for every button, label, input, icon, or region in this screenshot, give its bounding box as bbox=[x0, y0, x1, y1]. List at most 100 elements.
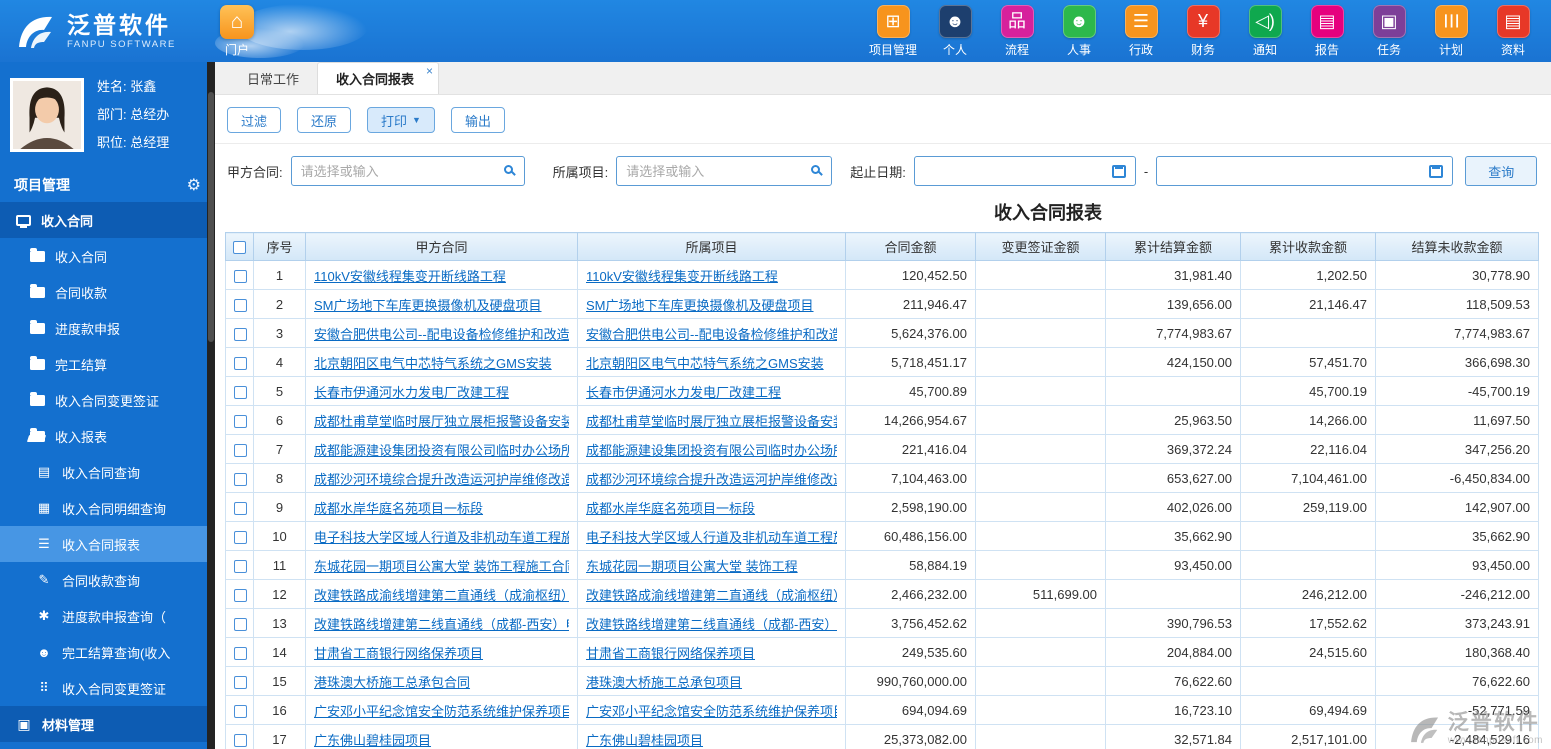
project-link[interactable]: 成都杜甫草堂临时展厅独立展柜报警设备安装 bbox=[586, 411, 837, 430]
project-link[interactable]: 成都沙河环境综合提升改造运河护岸维修改造 bbox=[586, 469, 837, 488]
contract-link[interactable]: 改建铁路成渝线增建第二直通线（成渝枢纽）自 bbox=[314, 585, 569, 604]
contract-link[interactable]: 港珠澳大桥施工总承包合同 bbox=[314, 672, 569, 691]
row-checkbox[interactable] bbox=[234, 733, 247, 747]
contract-link[interactable]: 长春市伊通河水力发电厂改建工程 bbox=[314, 382, 569, 401]
contract-link[interactable]: 改建铁路线增建第二线直通线（成都-西安）电 bbox=[314, 614, 569, 633]
contract-link[interactable]: 成都能源建设集团投资有限公司临时办公场所 bbox=[314, 440, 569, 459]
project-link[interactable]: 安徽合肥供电公司--配电设备检修维护和改造 bbox=[586, 324, 837, 343]
party-contract-input[interactable] bbox=[291, 157, 524, 185]
search-icon[interactable] bbox=[503, 165, 513, 174]
module-finance[interactable]: ¥ 财务 bbox=[1179, 4, 1227, 58]
project-link[interactable]: 北京朝阳区电气中芯特气系统之GMS安装 bbox=[586, 353, 837, 372]
module-task[interactable]: ▣ 任务 bbox=[1365, 4, 1413, 58]
contract-link[interactable]: SM广场地下车库更换摄像机及硬盘项目 bbox=[314, 295, 569, 314]
row-checkbox[interactable] bbox=[234, 327, 247, 341]
sidebar-folder-1[interactable]: 合同收款 bbox=[0, 274, 215, 310]
row-checkbox[interactable] bbox=[234, 472, 247, 486]
portal-button[interactable]: ⌂ 门户 bbox=[220, 4, 254, 58]
row-checkbox[interactable] bbox=[234, 559, 247, 573]
row-checkbox[interactable] bbox=[234, 298, 247, 312]
project-link[interactable]: 长春市伊通河水力发电厂改建工程 bbox=[586, 382, 837, 401]
calendar-icon[interactable] bbox=[1429, 165, 1444, 178]
contract-link[interactable]: 广东佛山碧桂园项目 bbox=[314, 730, 569, 749]
tab-close-icon[interactable]: × bbox=[426, 64, 433, 78]
row-checkbox[interactable] bbox=[234, 675, 247, 689]
contract-link[interactable]: 安徽合肥供电公司--配电设备检修维护和改造 bbox=[314, 324, 569, 343]
sidebar-subitem-6[interactable]: ⠿ 收入合同变更签证 bbox=[0, 670, 215, 706]
module-workflow[interactable]: 品流程 bbox=[993, 4, 1041, 58]
row-checkbox[interactable] bbox=[234, 501, 247, 515]
module-documents[interactable]: ▤ 资料 bbox=[1489, 4, 1537, 58]
row-checkbox[interactable] bbox=[234, 588, 247, 602]
sidebar-subitem-1[interactable]: ▦ 收入合同明细查询 bbox=[0, 490, 215, 526]
contract-link[interactable]: 成都沙河环境综合提升改造运河护岸维修改造 bbox=[314, 469, 569, 488]
project-link[interactable]: 广安邓小平纪念馆安全防范系统维护保养项目 bbox=[586, 701, 837, 720]
sidebar-subitem-4[interactable]: ✱ 进度款申报查询（ bbox=[0, 598, 215, 634]
project-link[interactable]: 港珠澳大桥施工总承包项目 bbox=[586, 672, 837, 691]
sidebar-section-project-management[interactable]: 项目管理 ⚙ bbox=[0, 168, 215, 202]
module-administration[interactable]: ☰ 行政 bbox=[1117, 4, 1165, 58]
search-button[interactable]: 查询 bbox=[1465, 156, 1538, 186]
contract-link[interactable]: 成都杜甫草堂临时展厅独立展柜报警设备安装项目 bbox=[314, 411, 569, 430]
export-button[interactable]: 输出 bbox=[450, 107, 505, 133]
module-report[interactable]: ▤ 报告 bbox=[1303, 4, 1351, 58]
calendar-icon[interactable] bbox=[1111, 165, 1126, 178]
search-icon[interactable] bbox=[811, 165, 821, 174]
row-checkbox[interactable] bbox=[234, 646, 247, 660]
module-plan[interactable]: ☰ 计划 bbox=[1427, 4, 1475, 58]
row-checkbox[interactable] bbox=[234, 617, 247, 631]
amount-cell: 7,104,463.00 bbox=[845, 463, 976, 493]
row-checkbox[interactable] bbox=[234, 269, 247, 283]
print-button[interactable]: 打印 ▼ bbox=[367, 107, 435, 133]
project-link[interactable]: 电子科技大学区域人行道及非机动车道工程施 bbox=[586, 527, 837, 546]
module-hr[interactable]: ☻ 人事 bbox=[1055, 4, 1103, 58]
contract-link[interactable]: 110kV安徽线程集变开断线路工程 bbox=[314, 266, 569, 285]
row-checkbox[interactable] bbox=[234, 530, 247, 544]
contract-link[interactable]: 广安邓小平纪念馆安全防范系统维护保养项目 bbox=[314, 701, 569, 720]
sidebar-subitem-5[interactable]: ☻ 完工结算查询(收入 bbox=[0, 634, 215, 670]
project-link[interactable]: SM广场地下车库更换摄像机及硬盘项目 bbox=[586, 295, 837, 314]
project-link[interactable]: 广东佛山碧桂园项目 bbox=[586, 730, 837, 749]
project-link[interactable]: 东城花园一期项目公寓大堂 装饰工程 bbox=[586, 556, 837, 575]
tab-income-contract-report[interactable]: 收入合同报表 × bbox=[317, 62, 440, 94]
contract-link[interactable]: 电子科技大学区域人行道及非机动车道工程施工 bbox=[314, 527, 569, 546]
sidebar-folder-4[interactable]: 收入合同变更签证 bbox=[0, 382, 215, 418]
project-link[interactable]: 改建铁路线增建第二线直通线（成都-西安）电 bbox=[586, 614, 837, 633]
row-checkbox[interactable] bbox=[234, 414, 247, 428]
scrollbar-thumb[interactable] bbox=[208, 92, 214, 342]
project-link[interactable]: 成都能源建设集团投资有限公司临时办公场所 bbox=[586, 440, 837, 459]
restore-button[interactable]: 还原 bbox=[297, 107, 352, 133]
project-input[interactable] bbox=[617, 157, 832, 185]
date-start-input[interactable] bbox=[914, 157, 1135, 185]
sidebar-folder-0[interactable]: 收入合同 bbox=[0, 238, 215, 274]
sidebar-folder-3[interactable]: 完工结算 bbox=[0, 346, 215, 382]
module-notification[interactable]: ◁) 通知 bbox=[1241, 4, 1289, 58]
row-checkbox[interactable] bbox=[234, 385, 247, 399]
contract-link[interactable]: 成都水岸华庭名苑项目一标段 bbox=[314, 498, 569, 517]
contract-link[interactable]: 北京朝阳区电气中芯特气系统之GMS安装 bbox=[314, 353, 569, 372]
sidebar-scrollbar[interactable] bbox=[207, 62, 215, 749]
module-personal[interactable]: ☻ 个人 bbox=[931, 4, 979, 58]
contract-link[interactable]: 东城花园一期项目公寓大堂 装饰工程施工合同 bbox=[314, 556, 569, 575]
project-link[interactable]: 甘肃省工商银行网络保养项目 bbox=[586, 643, 837, 662]
row-checkbox[interactable] bbox=[234, 356, 247, 370]
sidebar-subitem-2[interactable]: ☰ 收入合同报表 bbox=[0, 526, 215, 562]
module-project-management[interactable]: ⊞ 项目管理 bbox=[869, 4, 917, 58]
sidebar-item-income-contract-root[interactable]: 收入合同 bbox=[0, 202, 215, 238]
gear-icon[interactable]: ⚙ bbox=[187, 175, 201, 195]
project-link[interactable]: 110kV安徽线程集变开断线路工程 bbox=[586, 266, 837, 285]
contract-link[interactable]: 甘肃省工商银行网络保养项目 bbox=[314, 643, 569, 662]
sidebar-folder-5[interactable]: 收入报表 bbox=[0, 418, 215, 454]
sidebar-folder-2[interactable]: 进度款申报 bbox=[0, 310, 215, 346]
row-checkbox[interactable] bbox=[234, 704, 247, 718]
row-checkbox[interactable] bbox=[234, 443, 247, 457]
sidebar-subitem-0[interactable]: ▤ 收入合同查询 bbox=[0, 454, 215, 490]
select-all-checkbox[interactable] bbox=[233, 241, 246, 255]
project-link[interactable]: 成都水岸华庭名苑项目一标段 bbox=[586, 498, 837, 517]
project-link[interactable]: 改建铁路成渝线增建第二直通线（成渝枢纽） bbox=[586, 585, 837, 604]
sidebar-section-material-management[interactable]: ▣ 材料管理 bbox=[0, 706, 215, 742]
date-end-input[interactable] bbox=[1157, 157, 1453, 185]
tab-daily-work[interactable]: 日常工作 bbox=[229, 62, 317, 94]
filter-button[interactable]: 过滤 bbox=[227, 107, 282, 133]
sidebar-subitem-3[interactable]: ✎ 合同收款查询 bbox=[0, 562, 215, 598]
